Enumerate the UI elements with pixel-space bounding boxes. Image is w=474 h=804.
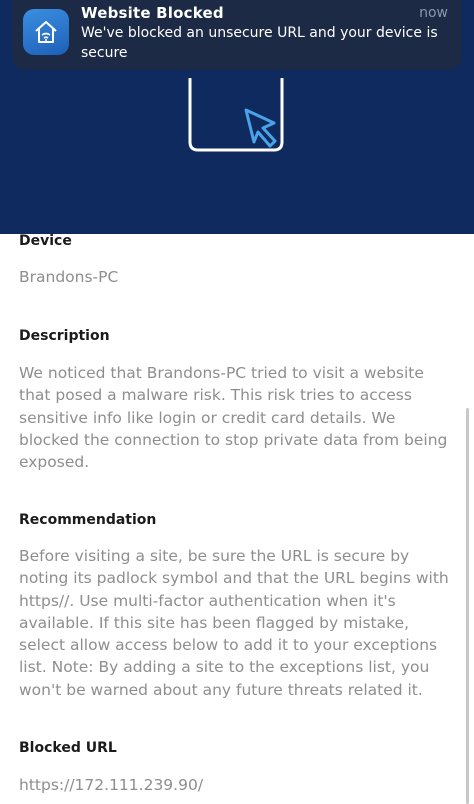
recommendation-text: Before visiting a site, be sure the URL … (19, 547, 449, 699)
device-label: Device (19, 233, 72, 249)
notification-title: Website Blocked (81, 4, 224, 22)
scrollbar[interactable] (466, 408, 469, 804)
browser-window-cursor-icon (188, 78, 284, 152)
description-label: Description (19, 328, 110, 344)
device-value: Brandons-PC (19, 268, 119, 286)
recommendation-label: Recommendation (19, 512, 157, 528)
push-notification[interactable]: Website Blocked now We've blocked an uns… (12, 0, 462, 70)
notification-time: now (419, 5, 448, 21)
home-wifi-icon (23, 9, 69, 55)
description-text: We noticed that Brandons-PC tried to vis… (19, 364, 448, 472)
blocked-url-label: Blocked URL (19, 740, 117, 756)
blocked-url-value: https://172.111.239.90/ (19, 776, 204, 794)
notification-body: We've blocked an unsecure URL and your d… (81, 25, 438, 61)
